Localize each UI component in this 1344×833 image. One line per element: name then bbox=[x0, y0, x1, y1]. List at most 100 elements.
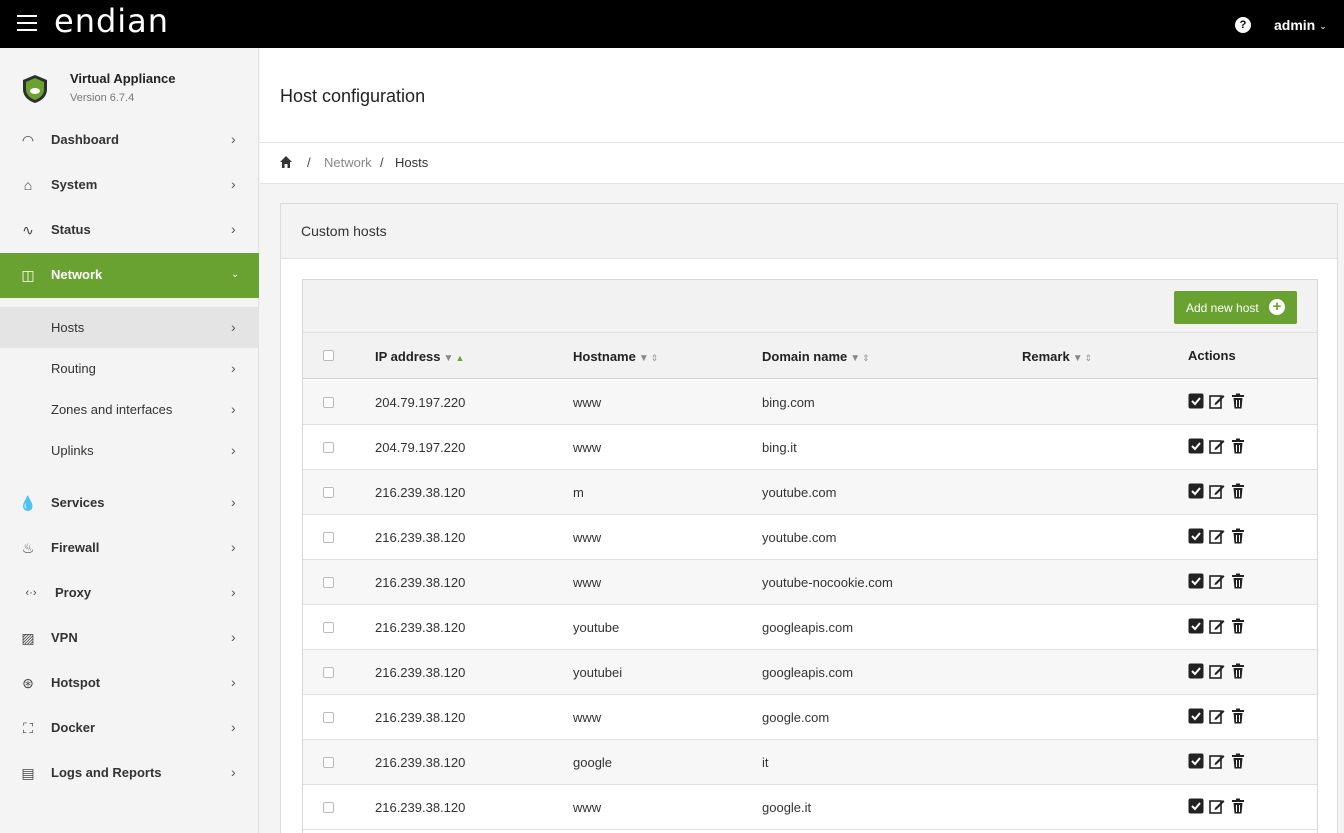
cell-ip: 216.239.38.120 bbox=[375, 620, 466, 635]
sort-icon[interactable]: ⇕ bbox=[862, 353, 870, 363]
edit-icon[interactable] bbox=[1209, 708, 1225, 724]
sidebar-item-system[interactable]: ⌂ System › bbox=[0, 163, 259, 208]
sidebar-subitem-label: Hosts bbox=[51, 320, 85, 335]
cell-hostname: google bbox=[573, 755, 613, 770]
chevron-right-icon: › bbox=[231, 131, 236, 147]
sort-icon[interactable]: ⇕ bbox=[651, 353, 659, 363]
home-icon[interactable] bbox=[279, 155, 293, 169]
sidebar-item-docker[interactable]: ⛶ Docker › bbox=[0, 706, 259, 751]
sidebar-item-services[interactable]: 💧 Services › bbox=[0, 481, 259, 526]
sidebar-item-label: Docker bbox=[51, 720, 96, 735]
row-checkbox[interactable] bbox=[323, 622, 334, 633]
trash-icon[interactable] bbox=[1230, 528, 1246, 544]
edit-icon[interactable] bbox=[1209, 528, 1225, 544]
home-icon: ⌂ bbox=[23, 177, 33, 193]
proxy-icon: ‹·› bbox=[25, 587, 37, 599]
enable-checkbox-icon[interactable] bbox=[1188, 528, 1204, 544]
panel-title: Custom hosts bbox=[301, 223, 387, 239]
cell-hostname: www bbox=[573, 710, 602, 725]
edit-icon[interactable] bbox=[1209, 483, 1225, 499]
edit-icon[interactable] bbox=[1209, 753, 1225, 769]
enable-checkbox-icon[interactable] bbox=[1188, 393, 1204, 409]
breadcrumb-current: Hosts bbox=[395, 155, 429, 170]
trash-icon[interactable] bbox=[1230, 483, 1246, 499]
enable-checkbox-icon[interactable] bbox=[1188, 483, 1204, 499]
cell-ip: 216.239.38.120 bbox=[375, 800, 466, 815]
trash-icon[interactable] bbox=[1230, 753, 1246, 769]
edit-icon[interactable] bbox=[1209, 798, 1225, 814]
column-header-domain[interactable]: Domain name ▼ ⇕ bbox=[762, 349, 870, 364]
enable-checkbox-icon[interactable] bbox=[1188, 708, 1204, 724]
page-header: Host configuration bbox=[260, 48, 1344, 143]
column-header-remark[interactable]: Remark ▼ ⇕ bbox=[1022, 349, 1092, 364]
trash-icon[interactable] bbox=[1230, 708, 1246, 724]
column-header-ip[interactable]: IP address ▼ ▲ bbox=[375, 349, 464, 364]
sort-icon[interactable]: ⇕ bbox=[1085, 353, 1093, 363]
sidebar-subitem-zones[interactable]: Zones and interfaces › bbox=[0, 389, 259, 430]
filter-icon[interactable]: ▼ bbox=[850, 353, 860, 364]
row-checkbox[interactable] bbox=[323, 532, 334, 543]
add-new-host-button[interactable]: Add new host + bbox=[1174, 291, 1297, 324]
edit-icon[interactable] bbox=[1209, 618, 1225, 634]
user-menu[interactable]: admin ⌄ bbox=[1274, 17, 1327, 33]
sidebar-item-label: Logs and Reports bbox=[51, 765, 162, 780]
breadcrumb-separator: / bbox=[307, 155, 311, 170]
sidebar-item-status[interactable]: ∿ Status › bbox=[0, 208, 259, 253]
row-checkbox[interactable] bbox=[323, 802, 334, 813]
enable-checkbox-icon[interactable] bbox=[1188, 663, 1204, 679]
row-checkbox[interactable] bbox=[323, 442, 334, 453]
sidebar-item-proxy[interactable]: ‹·› Proxy › bbox=[0, 571, 259, 616]
edit-icon[interactable] bbox=[1209, 438, 1225, 454]
filter-icon[interactable]: ▼ bbox=[444, 353, 454, 364]
column-label: Remark bbox=[1022, 349, 1070, 364]
sidebar-item-network[interactable]: ◫ Network ⌄ bbox=[0, 253, 259, 298]
row-checkbox[interactable] bbox=[323, 712, 334, 723]
sidebar-item-hotspot[interactable]: ⊛ Hotspot › bbox=[0, 661, 259, 706]
edit-icon[interactable] bbox=[1209, 573, 1225, 589]
row-checkbox[interactable] bbox=[323, 397, 334, 408]
sidebar-subitem-label: Uplinks bbox=[51, 443, 94, 458]
edit-icon[interactable] bbox=[1209, 663, 1225, 679]
cell-domain: youtube.com bbox=[762, 530, 837, 545]
trash-icon[interactable] bbox=[1230, 573, 1246, 589]
row-checkbox[interactable] bbox=[323, 757, 334, 768]
cell-ip: 216.239.38.120 bbox=[375, 665, 466, 680]
menu-icon[interactable] bbox=[17, 15, 37, 33]
panel-header: Custom hosts bbox=[281, 204, 1337, 259]
row-checkbox[interactable] bbox=[323, 487, 334, 498]
enable-checkbox-icon[interactable] bbox=[1188, 573, 1204, 589]
select-all-checkbox[interactable] bbox=[323, 350, 334, 361]
sidebar-subitem-uplinks[interactable]: Uplinks › bbox=[0, 430, 259, 471]
sidebar-subitem-hosts[interactable]: Hosts › bbox=[0, 307, 259, 348]
sort-asc-icon[interactable]: ▲ bbox=[455, 353, 464, 363]
trash-icon[interactable] bbox=[1230, 618, 1246, 634]
enable-checkbox-icon[interactable] bbox=[1188, 618, 1204, 634]
row-checkbox[interactable] bbox=[323, 577, 334, 588]
sidebar-item-firewall[interactable]: ♨ Firewall › bbox=[0, 526, 259, 571]
sidebar-item-dashboard[interactable]: ◠ Dashboard › bbox=[0, 118, 259, 163]
table-row: 216.239.38.120 m youtube.com bbox=[303, 470, 1317, 515]
enable-checkbox-icon[interactable] bbox=[1188, 798, 1204, 814]
row-checkbox[interactable] bbox=[323, 667, 334, 678]
sidebar-subitem-routing[interactable]: Routing › bbox=[0, 348, 259, 389]
breadcrumb-network-link[interactable]: Network bbox=[324, 155, 372, 170]
trash-icon[interactable] bbox=[1230, 438, 1246, 454]
filter-icon[interactable]: ▼ bbox=[639, 353, 649, 364]
filter-icon[interactable]: ▼ bbox=[1073, 353, 1083, 364]
column-header-hostname[interactable]: Hostname ▼ ⇕ bbox=[573, 349, 658, 364]
sidebar-item-label: Dashboard bbox=[51, 132, 119, 147]
trash-icon[interactable] bbox=[1230, 663, 1246, 679]
plus-circle-icon: + bbox=[1269, 299, 1285, 315]
sidebar-item-label: Services bbox=[51, 495, 105, 510]
chevron-right-icon: › bbox=[231, 764, 236, 780]
enable-checkbox-icon[interactable] bbox=[1188, 753, 1204, 769]
sidebar-item-vpn[interactable]: ▨ VPN › bbox=[0, 616, 259, 661]
chevron-down-icon: ⌄ bbox=[1319, 21, 1327, 31]
trash-icon[interactable] bbox=[1230, 798, 1246, 814]
help-icon[interactable]: ? bbox=[1235, 17, 1251, 33]
trash-icon[interactable] bbox=[1230, 393, 1246, 409]
enable-checkbox-icon[interactable] bbox=[1188, 438, 1204, 454]
sidebar-item-logs-reports[interactable]: ▤ Logs and Reports › bbox=[0, 751, 259, 796]
cell-hostname: youtube bbox=[573, 620, 620, 635]
edit-icon[interactable] bbox=[1209, 393, 1225, 409]
